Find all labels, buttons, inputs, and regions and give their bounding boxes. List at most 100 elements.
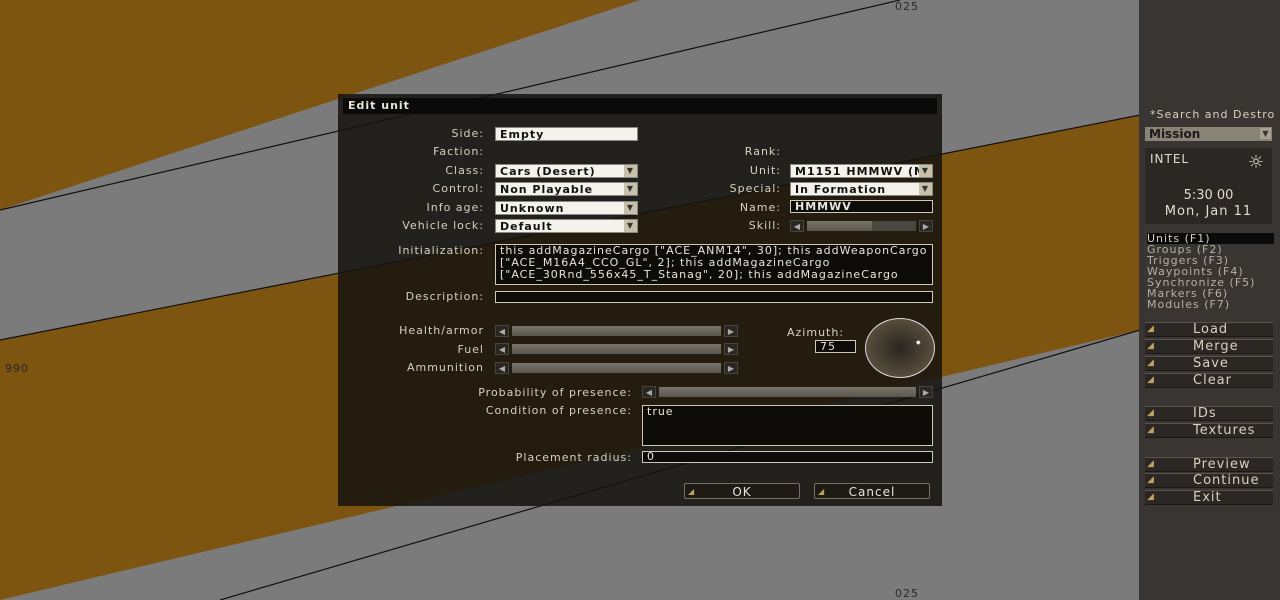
arrow-right-icon[interactable]: ▶ <box>724 343 738 355</box>
fuel-slider[interactable]: ◀ ▶ <box>495 343 738 355</box>
health-slider[interactable]: ◀ ▶ <box>495 325 738 337</box>
skill-label: Skill: <box>748 219 781 232</box>
probability-label: Probability of presence: <box>478 386 632 399</box>
slider-track <box>512 326 721 336</box>
placement-label: Placement radius: <box>515 451 632 464</box>
control-select-value: Non Playable <box>500 183 594 196</box>
slider-track <box>807 221 916 231</box>
arrow-left-icon[interactable]: ◀ <box>495 325 509 337</box>
unit-select-value: M1151 HMMWV (M2) <box>795 165 933 178</box>
ok-button[interactable]: ◢ OK <box>684 483 800 499</box>
unit-label: Unit: <box>749 164 781 177</box>
special-select-value: In Formation <box>795 183 887 196</box>
chevron-down-icon: ▼ <box>624 165 637 177</box>
unit-select[interactable]: M1151 HMMWV (M2) ▼ <box>790 164 933 178</box>
fuel-label: Fuel <box>457 343 484 356</box>
mission-select[interactable]: Mission ▼ <box>1145 127 1272 141</box>
clear-button[interactable]: ◢ Clear <box>1145 373 1273 388</box>
skill-slider[interactable]: ◀ ▶ <box>790 220 933 232</box>
arrow-left-icon[interactable]: ◀ <box>495 343 509 355</box>
faction-label: Faction: <box>433 145 484 158</box>
description-label: Description: <box>405 290 484 303</box>
arrow-left-icon[interactable]: ◀ <box>790 220 804 232</box>
arrow-right-icon[interactable]: ▶ <box>919 220 933 232</box>
corner-arrow-icon: ◢ <box>1147 425 1155 435</box>
chevron-down-icon: ▼ <box>919 183 932 195</box>
intel-time: 5:30 00 <box>1183 188 1234 203</box>
merge-button[interactable]: ◢ Merge <box>1145 339 1273 354</box>
arrow-left-icon[interactable]: ◀ <box>495 362 509 374</box>
initialization-field[interactable]: this addMagazineCargo ["ACE_ANM14", 30];… <box>495 244 933 285</box>
mission-select-value: Mission <box>1149 127 1201 141</box>
corner-arrow-icon: ◢ <box>688 487 696 496</box>
arrow-left-icon[interactable]: ◀ <box>642 386 656 398</box>
ok-button-label: OK <box>732 485 752 499</box>
side-field[interactable]: Empty <box>495 127 638 141</box>
cancel-button[interactable]: ◢ Cancel <box>814 483 930 499</box>
info-age-label: Info age: <box>426 201 484 214</box>
slider-fill <box>512 363 721 373</box>
special-select[interactable]: In Formation ▼ <box>790 182 933 196</box>
control-label: Control: <box>432 182 484 195</box>
class-select[interactable]: Cars (Desert) ▼ <box>495 164 638 178</box>
corner-arrow-icon: ◢ <box>1147 324 1155 334</box>
info-age-select-value: Unknown <box>500 202 565 215</box>
ammunition-slider[interactable]: ◀ ▶ <box>495 362 738 374</box>
initialization-label: Initialization: <box>398 244 484 257</box>
corner-arrow-icon: ◢ <box>1147 492 1155 502</box>
azimuth-field[interactable]: 75 <box>815 340 856 353</box>
azimuth-needle-icon: ◆ <box>916 339 921 346</box>
corner-arrow-icon: ◢ <box>1147 459 1155 469</box>
class-select-value: Cars (Desert) <box>500 165 596 178</box>
slider-track <box>659 387 916 397</box>
vehicle-lock-select[interactable]: Default ▼ <box>495 219 638 233</box>
corner-arrow-icon: ◢ <box>818 487 826 496</box>
corner-arrow-icon: ◢ <box>1147 358 1155 368</box>
chevron-down-icon: ▼ <box>624 183 637 195</box>
map-grid-label-top: 025 <box>895 0 919 13</box>
azimuth-label: Azimuth: <box>787 326 845 339</box>
slider-track <box>512 344 721 354</box>
arrow-right-icon[interactable]: ▶ <box>724 362 738 374</box>
corner-arrow-icon: ◢ <box>1147 341 1155 351</box>
load-button[interactable]: ◢ Load <box>1145 322 1273 337</box>
arrow-right-icon[interactable]: ▶ <box>724 325 738 337</box>
ids-button[interactable]: ◢ IDs <box>1145 406 1273 421</box>
side-label: Side: <box>451 127 484 140</box>
map-grid-label-left: 990 <box>5 362 29 375</box>
corner-arrow-icon: ◢ <box>1147 475 1155 485</box>
intel-panel[interactable]: INTEL ☼ 5:30 00 Mon, Jan 11 <box>1145 148 1272 224</box>
placement-field[interactable]: 0 <box>642 451 933 463</box>
ammunition-label: Ammunition <box>406 361 484 374</box>
control-select[interactable]: Non Playable ▼ <box>495 182 638 196</box>
slider-fill <box>659 387 916 397</box>
probability-slider[interactable]: ◀ ▶ <box>642 386 933 398</box>
rank-label: Rank: <box>744 145 781 158</box>
name-label: Name: <box>739 201 781 214</box>
save-button[interactable]: ◢ Save <box>1145 356 1273 371</box>
condition-label: Condition of presence: <box>485 404 632 417</box>
vehicle-lock-label: Vehicle lock: <box>402 219 484 232</box>
exit-button[interactable]: ◢ Exit <box>1145 490 1273 505</box>
continue-button[interactable]: ◢ Continue <box>1145 473 1273 488</box>
condition-field[interactable]: true <box>642 405 933 446</box>
slider-track <box>512 363 721 373</box>
class-label: Class: <box>445 164 484 177</box>
info-age-select[interactable]: Unknown ▼ <box>495 201 638 215</box>
azimuth-compass[interactable]: ◆ <box>865 318 935 378</box>
init-line: ["ACE_30Rnd_556x45_T_Stanag", 20]; this … <box>500 268 899 281</box>
chevron-down-icon: ▼ <box>919 165 932 177</box>
name-field[interactable]: HMMWV <box>790 200 933 213</box>
preview-button[interactable]: ◢ Preview <box>1145 457 1273 472</box>
intel-label: INTEL <box>1150 152 1190 166</box>
chevron-down-icon: ▼ <box>624 220 637 232</box>
slider-fill <box>512 326 721 336</box>
special-label: Special: <box>729 182 781 195</box>
cancel-button-label: Cancel <box>848 485 896 499</box>
arrow-right-icon[interactable]: ▶ <box>919 386 933 398</box>
mode-modules[interactable]: Modules (F7) <box>1147 299 1274 310</box>
health-label: Health/armor <box>399 324 484 337</box>
slider-fill <box>512 344 721 354</box>
description-field[interactable] <box>495 291 933 303</box>
textures-button[interactable]: ◢ Textures <box>1145 423 1273 438</box>
